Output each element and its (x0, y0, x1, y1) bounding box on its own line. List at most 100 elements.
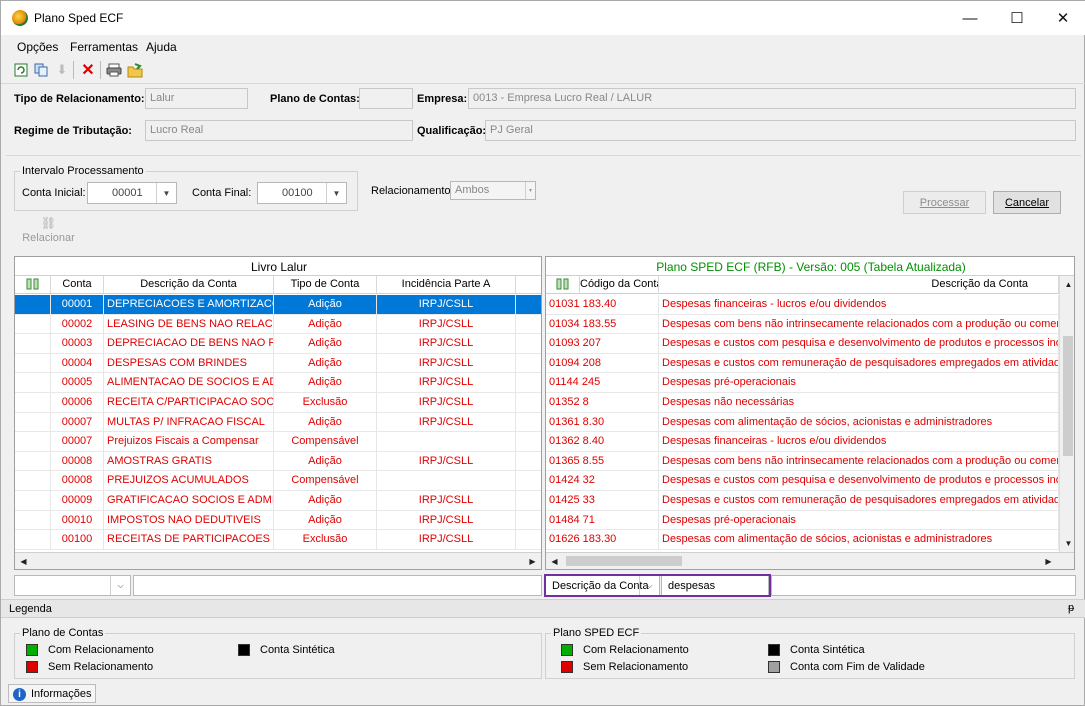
descricao-cell: RECEITA C/PARTICIPACAO SOCIET (104, 393, 274, 412)
scroll-thumb[interactable] (1063, 336, 1073, 456)
table-row[interactable]: 01034 183.55 Despesas com bens não intrin… (546, 314, 1059, 335)
table-row[interactable]: 00010 IMPOSTOS NAO DEDUTIVEIS Adição IRPJ/C… (15, 510, 541, 531)
close-button[interactable]: ✕ (1040, 1, 1085, 35)
descricao-cell: DEPRECIACOES E AMORTIZACOES I (104, 295, 274, 314)
table-row[interactable]: 01031 183.40 Despesas financeiras - lucro… (546, 295, 1059, 315)
informacoes-tab[interactable]: i Informações (8, 684, 96, 703)
descricao-sped-cell: Despesas e custos com remuneração de pes… (659, 491, 1059, 510)
conta-inicial-select[interactable]: 00001 ▼ (87, 182, 177, 204)
chevron-down-icon[interactable]: ⌵ (110, 576, 130, 595)
table-row[interactable]: 00004 DESPESAS COM BRINDES Adição IRPJ/CSLL (15, 353, 541, 374)
export-icon[interactable] (126, 61, 144, 79)
column-descricao-sped[interactable]: Descrição da Conta (659, 276, 1059, 294)
minimize-button[interactable]: — (947, 1, 993, 35)
tipo-cell: Adição (274, 295, 377, 314)
scroll-up-icon[interactable]: ▲ (1060, 276, 1074, 293)
table-row[interactable]: 01484 71 Despesas pré-operacionais (546, 510, 1059, 531)
left-filter-input[interactable] (133, 575, 542, 596)
relacionar-button[interactable]: ⛓ Relacionar (21, 216, 76, 250)
com-relacionamento-label: Com Relacionamento (48, 644, 154, 656)
column-conta[interactable]: Conta (51, 276, 104, 294)
relacionamento-select[interactable]: Ambos ▾ (450, 181, 536, 200)
table-row[interactable]: 01365 8.55 Despesas com bens não intrinse… (546, 451, 1059, 472)
table-row[interactable]: 00002LEASING DE BENS NAO RELACIONAIAdiçã… (15, 314, 541, 335)
regime-label: Regime de Tributação: (14, 125, 132, 137)
table-row[interactable]: 00007 MULTAS P/ INFRACAO FISCAL Adição IRPJ… (15, 412, 541, 433)
table-row[interactable]: 00007 Prejuizos Fiscais a Compensar Compen… (15, 432, 541, 452)
pin-icon[interactable]: ᵽ (1068, 602, 1074, 614)
empresa-label: Empresa: (417, 93, 468, 105)
right-vscrollbar[interactable]: ▲ ▼ (1059, 276, 1074, 552)
sem-relacionamento-label: Sem Relacionamento (583, 661, 689, 673)
qualificacao-label: Qualificação: (417, 125, 487, 137)
table-row[interactable]: 01093 207 Despesas e custos com pesquisa … (546, 334, 1059, 354)
cancelar-button[interactable]: Cancelar (993, 191, 1061, 214)
descricao-sped-cell: Despesas com bens não intrinsecamente re… (659, 314, 1059, 334)
delete-icon[interactable]: ✕ (79, 61, 97, 79)
toolbar: ⬇ ✕ (1, 57, 1085, 83)
incidencia-cell (377, 432, 516, 452)
tipo-cell: Adição (274, 353, 377, 373)
print-icon[interactable] (105, 61, 123, 79)
row-indicator (15, 530, 51, 550)
copy-icon[interactable] (32, 61, 50, 79)
table-row[interactable]: 00006 RECEITA C/PARTICIPACAO SOCIET Exclus… (15, 393, 541, 413)
right-filter-extra (771, 575, 1076, 596)
conta-final-select[interactable]: 00100 ▼ (257, 182, 347, 204)
menu-ferramentas[interactable]: Ferramentas (70, 40, 138, 54)
chevron-down-icon[interactable]: ▼ (326, 183, 346, 203)
row-indicator (15, 353, 51, 373)
left-hscrollbar[interactable]: ◀ ▶ (15, 552, 541, 569)
chevron-down-icon[interactable]: ▼ (156, 183, 176, 203)
row-indicator (15, 334, 51, 354)
scroll-left-icon[interactable]: ◀ (15, 553, 32, 569)
row-indicator (15, 412, 51, 432)
table-row[interactable]: 01424 32 Despesas e custos com pesquisa e… (546, 471, 1059, 491)
table-row[interactable]: 00100RECEITAS DE PARTICIPACOES SOCExclus… (15, 530, 541, 550)
table-row[interactable]: 00001DEPRECIACOES E AMORTIZACOES IAdição… (15, 295, 541, 315)
table-row[interactable]: 01144 245 Despesas pré-operacionais (546, 373, 1059, 393)
conta-cell: 00010 (51, 510, 104, 530)
column-chooser-icon[interactable] (546, 276, 580, 294)
chevron-down-icon[interactable]: ▾ (525, 182, 535, 199)
download-icon[interactable]: ⬇ (53, 61, 71, 79)
menu-opcoes[interactable]: Opções (17, 40, 58, 54)
table-row[interactable]: 01352 8 Despesas não necessárias (546, 393, 1059, 413)
codigo-value: 01365 (549, 454, 580, 467)
relacionamento-value: Ambos (455, 184, 490, 196)
scroll-left-icon[interactable]: ◀ (546, 553, 563, 569)
table-row[interactable]: 00009GRATIFICACAO SOCIOS E ADMINISAdição… (15, 491, 541, 511)
codigo-value: 01425 (549, 494, 580, 506)
intervalo-title: Intervalo Processamento (20, 165, 146, 177)
scroll-right-icon[interactable]: ▶ (524, 553, 541, 569)
processar-button[interactable]: Processar (903, 191, 986, 214)
table-row[interactable]: 01626 183.30 Despesas com alimentação de … (546, 530, 1059, 550)
codigo-value: 01626 (549, 533, 580, 546)
table-row[interactable]: 01094 208 Despesas e custos com remuneraç… (546, 353, 1059, 374)
descricao-cell: AMOSTRAS GRATIS (104, 451, 274, 471)
codigo-cell: 01093 207 (546, 334, 659, 354)
maximize-button[interactable]: ☐ (994, 1, 1040, 35)
table-row[interactable]: 00005ALIMENTACAO DE SOCIOS E ADMINAdição… (15, 373, 541, 393)
table-row[interactable]: 01361 8.30 Despesas com alimentação de só… (546, 412, 1059, 433)
right-hscrollbar[interactable]: ◀ ▶ (546, 552, 1074, 569)
column-descricao[interactable]: Descrição da Conta (104, 276, 274, 294)
table-row[interactable]: 00003DEPRECIACAO DE BENS NAO RELACAdição… (15, 334, 541, 354)
scroll-thumb[interactable] (566, 556, 682, 566)
table-row[interactable]: 01362 8.40 Despesas financeiras - lucros … (546, 432, 1059, 452)
menu-ajuda[interactable]: Ajuda (146, 40, 177, 54)
incidencia-cell (377, 471, 516, 491)
table-row[interactable]: 00008 AMOSTRAS GRATIS Adição IRPJ/CSLL (15, 451, 541, 472)
column-incidencia[interactable]: Incidência Parte A (377, 276, 516, 294)
descricao-sped-cell: Despesas e custos com pesquisa e desenvo… (659, 471, 1059, 491)
table-row[interactable]: 01425 33 Despesas e custos com remuneraçã… (546, 491, 1059, 511)
table-row[interactable]: 00008 PREJUIZOS ACUMULADOS Compensável (15, 471, 541, 491)
scroll-down-icon[interactable]: ▼ (1060, 535, 1074, 552)
left-filter-field-select[interactable]: ⌵ (14, 575, 131, 596)
refresh-icon[interactable] (12, 61, 30, 79)
column-tipo[interactable]: Tipo de Conta (274, 276, 377, 294)
scroll-right-icon[interactable]: ▶ (1040, 553, 1057, 569)
filter-highlight (544, 574, 771, 597)
column-codigo[interactable]: Código da Conta (580, 276, 659, 294)
column-chooser-icon[interactable] (15, 276, 51, 294)
